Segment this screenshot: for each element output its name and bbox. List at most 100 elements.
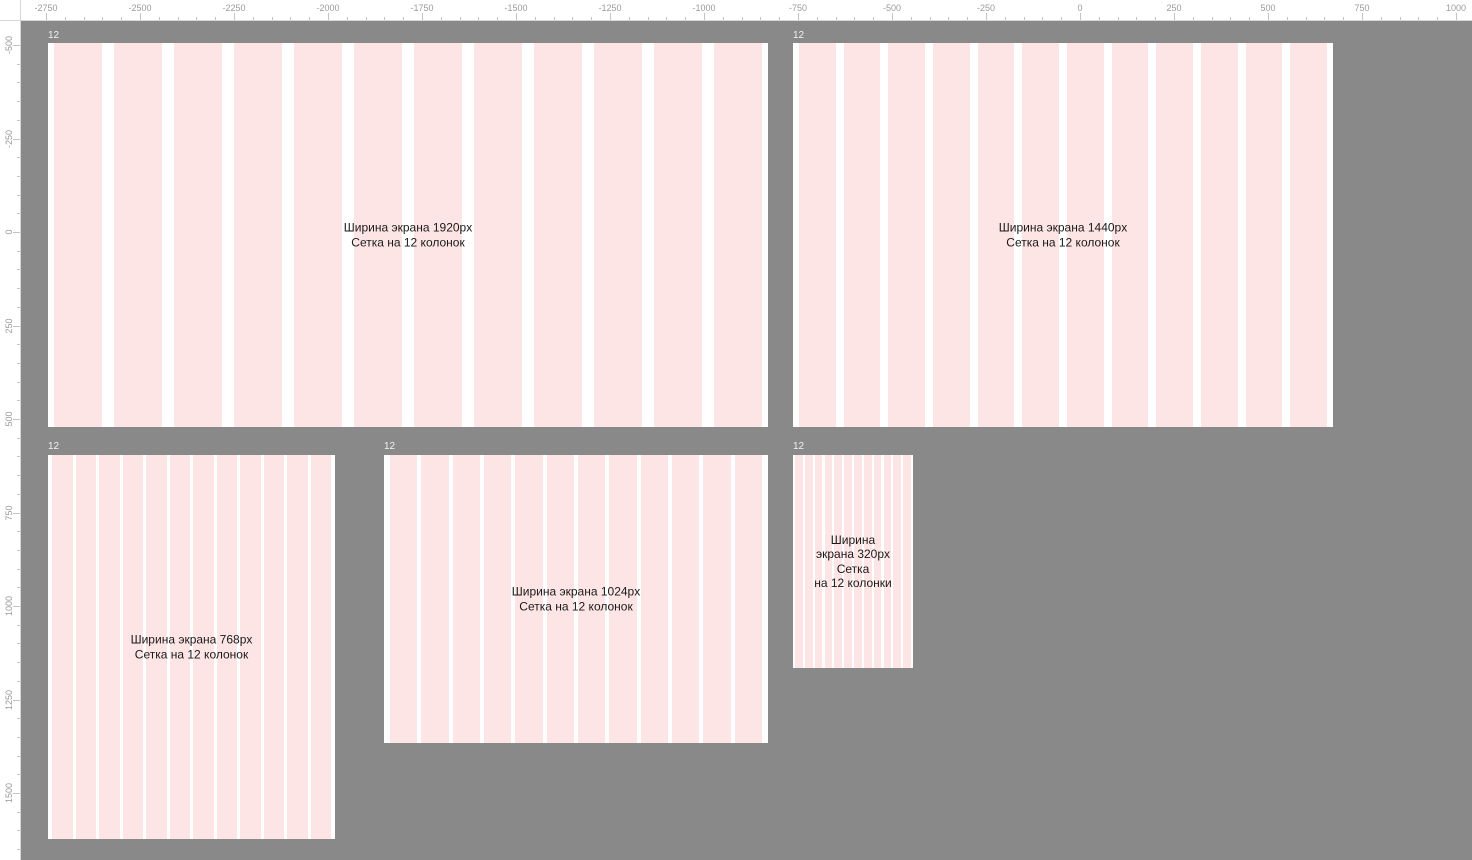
ruler-minor-tick	[854, 17, 856, 20]
ruler-label: -750	[788, 3, 808, 13]
ruler-minor-tick	[17, 849, 20, 851]
frame-label: Ширина экрана 320px Сетка на 12 колонки	[793, 533, 913, 591]
ruler-tick	[46, 13, 47, 20]
ruler-tick	[13, 606, 20, 607]
ruler-minor-tick	[17, 437, 20, 439]
ruler-tick	[13, 419, 20, 420]
frame-1920[interactable]: Ширина экрана 1920px Сетка на 12 колонок	[48, 43, 768, 427]
ruler-label: -2500	[128, 3, 152, 13]
horizontal-ruler[interactable]: -2750 -2500 -2250 -2000 -1750 -1500 -1250 -1000…	[0, 0, 1472, 21]
ruler-tick	[986, 13, 987, 20]
frame-768[interactable]: Ширина экрана 768px Сетка на 12 колонок	[48, 455, 335, 839]
ruler-minor-tick	[1418, 17, 1420, 20]
ruler-tick	[1268, 13, 1269, 20]
ruler-tick	[798, 13, 799, 20]
ruler-minor-tick	[1249, 17, 1251, 20]
ruler-minor-tick	[17, 101, 20, 103]
ruler-minor-tick	[121, 17, 123, 20]
ruler-label: 1250	[4, 689, 14, 710]
frame-1024[interactable]: Ширина экрана 1024px Сетка на 12 колонок	[384, 455, 768, 743]
ruler-minor-tick	[1399, 17, 1401, 20]
ruler-label: 500	[4, 411, 14, 427]
ruler-tick	[610, 13, 611, 20]
ruler-label: -1500	[504, 3, 528, 13]
ruler-tick	[13, 138, 20, 140]
ruler-minor-tick	[17, 344, 20, 346]
ruler-minor-tick	[17, 624, 20, 626]
frame-1440[interactable]: Ширина экрана 1440px Сетка на 12 колонок	[793, 43, 1333, 427]
ruler-minor-tick	[17, 381, 20, 383]
ruler-minor-tick	[572, 17, 574, 20]
ruler-tick	[1174, 13, 1175, 20]
ruler-minor-tick	[1437, 17, 1439, 20]
vertical-ruler[interactable]: -500 -250 0 250 500 750 1000 1250 1500	[0, 21, 21, 860]
ruler-minor-tick	[1004, 17, 1006, 20]
ruler-minor-tick	[17, 493, 20, 495]
frame-label-line: Сетка на 12 колонок	[1006, 235, 1120, 249]
ruler-tick	[1456, 13, 1457, 20]
ruler-minor-tick	[196, 17, 198, 20]
frame-caption[interactable]: 12	[793, 30, 804, 42]
ruler-minor-tick	[17, 194, 20, 196]
ruler-minor-tick	[1155, 17, 1157, 20]
ruler-tick	[234, 13, 235, 20]
ruler-minor-tick	[158, 17, 160, 20]
frame-label: Ширина экрана 1920px Сетка на 12 колонок	[48, 221, 768, 250]
ruler-minor-tick	[17, 568, 20, 570]
frame-caption[interactable]: 12	[384, 441, 395, 453]
ruler-tick	[1080, 13, 1081, 20]
ruler-minor-tick	[1230, 17, 1232, 20]
ruler-minor-tick	[17, 362, 20, 364]
frame-label-line: Ширина экрана 1440px	[998, 220, 1128, 235]
ruler-minor-tick	[17, 587, 20, 589]
ruler-label: -1000	[692, 3, 716, 13]
frame-caption[interactable]: 12	[48, 441, 59, 453]
ruler-label: -1250	[598, 3, 622, 13]
frame-label-line: Ширина	[830, 532, 876, 547]
ruler-minor-tick	[17, 119, 20, 121]
ruler-label: -250	[4, 129, 14, 148]
ruler-minor-tick	[17, 157, 20, 159]
ruler-minor-tick	[17, 755, 20, 757]
ruler-minor-tick	[459, 17, 461, 20]
ruler-tick	[13, 699, 20, 701]
ruler-tick	[704, 13, 705, 20]
frame-label-line: экрана 320px	[815, 547, 891, 561]
ruler-label: 750	[4, 504, 14, 521]
ruler-minor-tick	[1380, 17, 1382, 20]
ruler-label: -250	[976, 3, 996, 13]
frame-caption[interactable]: 12	[793, 441, 804, 453]
frame-320[interactable]: Ширина экрана 320px Сетка на 12 колонки	[793, 455, 913, 668]
ruler-tick	[516, 13, 517, 20]
ruler-label: 500	[1260, 3, 1276, 13]
ruler-minor-tick	[17, 288, 20, 290]
ruler-minor-tick	[17, 269, 20, 271]
frame-label-line: Сетка на 12 колонок	[351, 235, 465, 249]
ruler-label: 250	[1166, 3, 1182, 13]
ruler-minor-tick	[64, 17, 66, 20]
ruler-minor-tick	[17, 680, 20, 682]
ruler-corner	[0, 0, 21, 21]
ruler-minor-tick	[365, 17, 367, 20]
ruler-minor-tick	[1324, 17, 1326, 20]
ruler-minor-tick	[309, 17, 311, 20]
ruler-minor-tick	[440, 17, 442, 20]
ruler-minor-tick	[17, 718, 20, 720]
ruler-minor-tick	[1117, 17, 1119, 20]
ruler-minor-tick	[17, 811, 20, 813]
ruler-minor-tick	[760, 17, 762, 20]
ruler-minor-tick	[816, 17, 818, 20]
ruler-label: -1750	[410, 3, 434, 13]
ruler-minor-tick	[215, 17, 217, 20]
ruler-minor-tick	[17, 531, 20, 533]
frame-caption[interactable]: 12	[48, 30, 59, 42]
ruler-label: 1000	[4, 595, 14, 617]
ruler-minor-tick	[17, 774, 20, 776]
ruler-minor-tick	[553, 17, 555, 20]
ruler-minor-tick	[1061, 17, 1063, 20]
frame-label-line: Сетка на 12 колонок	[519, 599, 633, 613]
ruler-minor-tick	[1286, 17, 1288, 20]
ruler-minor-tick	[403, 17, 405, 20]
ruler-minor-tick	[384, 17, 386, 20]
ruler-minor-tick	[17, 250, 20, 252]
